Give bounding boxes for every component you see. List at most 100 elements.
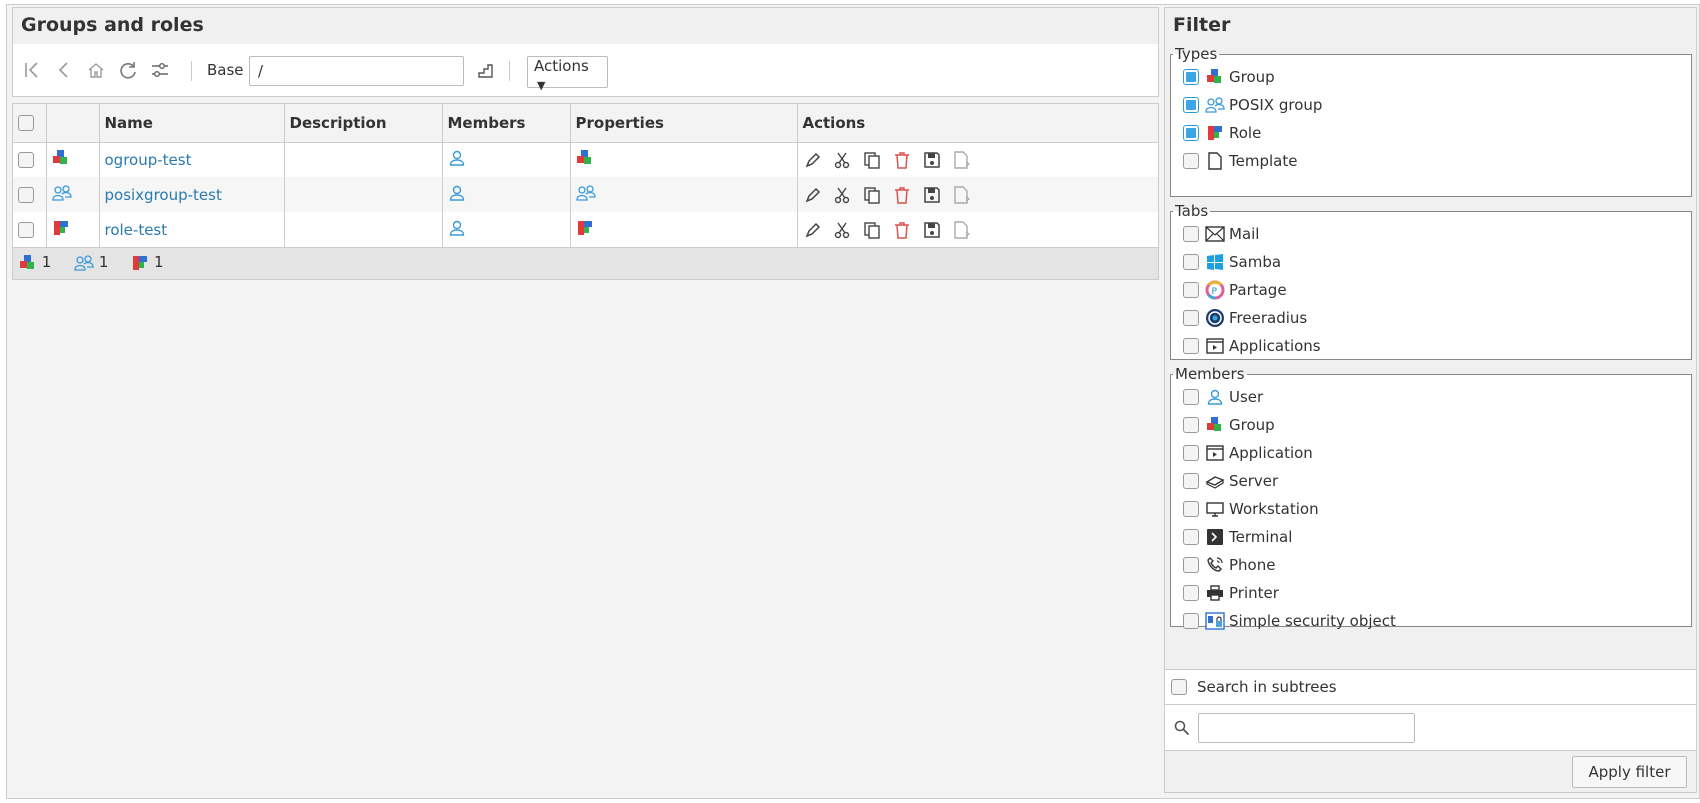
delete-icon[interactable] — [892, 220, 912, 240]
filter-tab-checkbox[interactable] — [1183, 310, 1199, 326]
filter-member-checkbox[interactable] — [1183, 557, 1199, 573]
posix-group-icon — [74, 254, 94, 271]
edit-icon[interactable] — [803, 150, 823, 170]
application-icon — [1206, 445, 1224, 461]
row-name-link[interactable]: ogroup-test — [105, 151, 192, 169]
filter-tab-applications[interactable]: Applications — [1183, 332, 1679, 360]
role-count: 1 — [154, 253, 164, 271]
filter-type-template-checkbox[interactable] — [1183, 153, 1199, 169]
row-checkbox[interactable] — [18, 187, 34, 203]
group-icon — [1207, 69, 1221, 83]
refresh-icon[interactable] — [117, 59, 139, 81]
select-all-checkbox[interactable] — [18, 115, 34, 132]
table-row[interactable]: ogroup-test — [13, 142, 1158, 177]
members-header: Members — [442, 104, 571, 143]
posix-group-icon[interactable] — [575, 184, 596, 202]
filter-type-group-checkbox[interactable] — [1183, 69, 1199, 85]
user-icon — [1207, 389, 1223, 405]
table-row[interactable]: posixgroup-test — [13, 177, 1158, 212]
filter-type-role-checkbox[interactable] — [1183, 125, 1199, 141]
row-name-link[interactable]: role-test — [105, 221, 168, 239]
copy-icon[interactable] — [862, 150, 882, 170]
row-checkbox[interactable] — [18, 222, 34, 238]
filter-member-checkbox[interactable] — [1183, 529, 1199, 545]
filter-tab-partage[interactable]: P Partage — [1183, 276, 1679, 304]
delete-icon[interactable] — [892, 150, 912, 170]
name-header[interactable]: Name — [99, 104, 285, 143]
filter-member-group[interactable]: Group — [1183, 411, 1679, 439]
cut-icon[interactable] — [832, 150, 852, 170]
filter-tab-freeradius[interactable]: Freeradius — [1183, 304, 1679, 332]
filter-member-checkbox[interactable] — [1183, 501, 1199, 517]
settings-sliders-icon[interactable] — [149, 59, 171, 81]
edit-icon[interactable] — [803, 185, 823, 205]
template-icon[interactable] — [951, 185, 971, 205]
base-input[interactable] — [249, 56, 464, 86]
filter-tab-checkbox[interactable] — [1183, 282, 1199, 298]
filter-member-printer[interactable]: Printer — [1183, 579, 1679, 607]
filter-type-group[interactable]: Group — [1183, 63, 1679, 91]
user-icon[interactable] — [448, 149, 466, 167]
filter-member-label: Server — [1229, 472, 1279, 490]
save-icon[interactable] — [922, 150, 942, 170]
groups-table: Name Description Members Properties Acti… — [12, 103, 1159, 280]
filter-member-checkbox[interactable] — [1183, 445, 1199, 461]
security-object-icon — [1205, 612, 1225, 630]
delete-icon[interactable] — [892, 185, 912, 205]
filter-member-server[interactable]: Server — [1183, 467, 1679, 495]
template-icon[interactable] — [951, 150, 971, 170]
description-header[interactable]: Description — [284, 104, 443, 143]
user-icon[interactable] — [448, 219, 466, 237]
row-name-link[interactable]: posixgroup-test — [105, 186, 222, 204]
edit-icon[interactable] — [803, 220, 823, 240]
filter-member-user[interactable]: User — [1183, 383, 1679, 411]
first-page-icon[interactable] — [21, 59, 43, 81]
filter-type-template[interactable]: Template — [1183, 147, 1679, 175]
terminal-icon — [1207, 529, 1223, 545]
filter-member-checkbox[interactable] — [1183, 613, 1199, 629]
apply-filter-button[interactable]: Apply filter — [1572, 756, 1687, 788]
search-subtrees-option[interactable]: Search in subtrees — [1165, 669, 1696, 705]
filter-search-input[interactable] — [1198, 713, 1415, 743]
filter-member-application[interactable]: Application — [1183, 439, 1679, 467]
search-subtrees-checkbox[interactable] — [1171, 679, 1187, 695]
filter-tab-checkbox[interactable] — [1183, 338, 1199, 354]
filter-type-label: Role — [1229, 124, 1262, 142]
table-row[interactable]: role-test — [13, 212, 1158, 247]
filter-tab-mail[interactable]: Mail — [1183, 220, 1679, 248]
user-icon[interactable] — [448, 184, 466, 202]
copy-icon[interactable] — [862, 220, 882, 240]
copy-icon[interactable] — [862, 185, 882, 205]
actions-menu-button[interactable]: Actions ▼ — [527, 56, 608, 92]
filter-tab-checkbox[interactable] — [1183, 254, 1199, 270]
filter-type-posix-checkbox[interactable] — [1183, 97, 1199, 113]
filter-type-posix-group[interactable]: POSIX group — [1183, 91, 1679, 119]
back-icon[interactable] — [53, 59, 75, 81]
group-icon[interactable] — [576, 149, 594, 167]
filter-member-security-object[interactable]: Simple security object — [1183, 607, 1679, 635]
template-icon[interactable] — [951, 220, 971, 240]
role-icon[interactable] — [576, 219, 594, 237]
base-select-icon[interactable] — [475, 60, 497, 82]
select-all-header — [13, 104, 47, 143]
filter-tab-checkbox[interactable] — [1183, 226, 1199, 242]
cut-icon[interactable] — [832, 185, 852, 205]
filter-member-terminal[interactable]: Terminal — [1183, 523, 1679, 551]
save-icon[interactable] — [922, 220, 942, 240]
cut-icon[interactable] — [832, 220, 852, 240]
filter-member-checkbox[interactable] — [1183, 417, 1199, 433]
table-header-row: Name Description Members Properties Acti… — [13, 104, 1158, 143]
row-checkbox[interactable] — [18, 152, 34, 169]
home-icon[interactable] — [85, 59, 107, 81]
filter-member-phone[interactable]: Phone — [1183, 551, 1679, 579]
filter-member-checkbox[interactable] — [1183, 389, 1199, 405]
role-icon — [53, 220, 68, 235]
filter-member-workstation[interactable]: Workstation — [1183, 495, 1679, 523]
groups-panel: Groups and roles Base Actions ▼ — [12, 7, 1159, 97]
filter-type-role[interactable]: Role — [1183, 119, 1679, 147]
filter-member-checkbox[interactable] — [1183, 585, 1199, 601]
save-icon[interactable] — [922, 185, 942, 205]
filter-member-checkbox[interactable] — [1183, 473, 1199, 489]
filter-type-label: POSIX group — [1229, 96, 1323, 114]
filter-tab-samba[interactable]: Samba — [1183, 248, 1679, 276]
